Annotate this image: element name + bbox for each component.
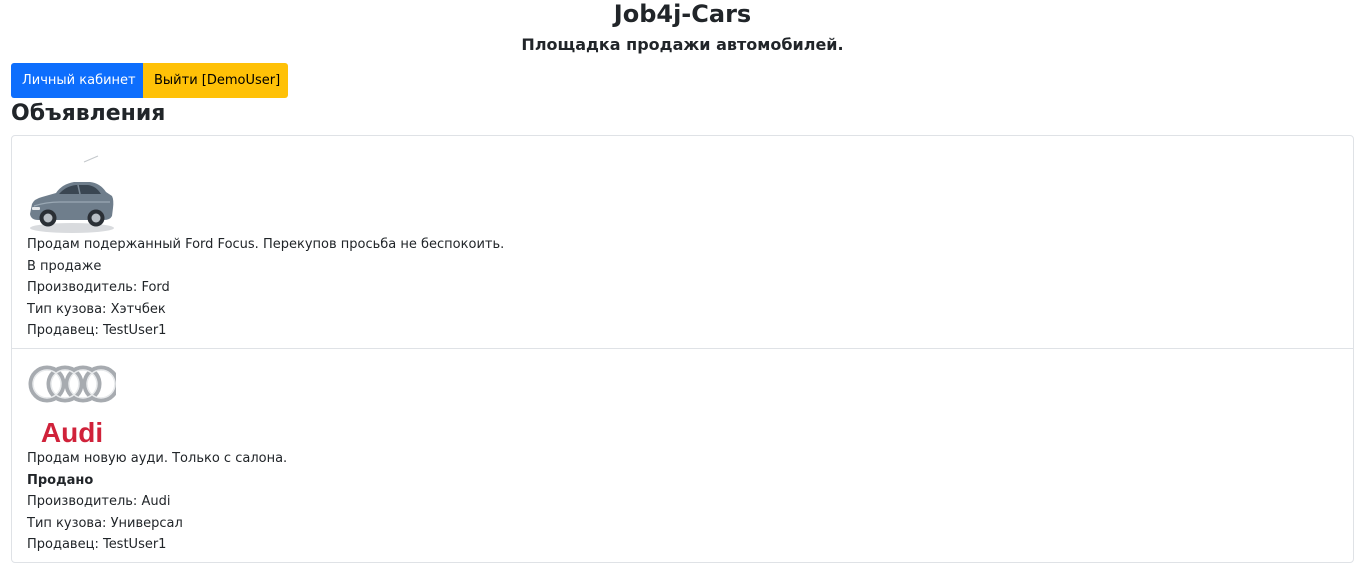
listing-manufacturer: Производитель: Audi (27, 494, 171, 510)
listing-body-type: Тип кузова: Хэтчбек (27, 301, 166, 317)
listing-body-type: Тип кузова: Универсал (27, 515, 183, 531)
svg-text:Audi: Audi (41, 417, 103, 445)
logout-button[interactable]: Выйти [DemoUser] (143, 63, 288, 98)
site-title: Job4j-Cars (613, 0, 752, 28)
audi-logo-icon: Audi (26, 355, 120, 448)
site-subtitle: Площадка продажи автомобилей. (521, 35, 844, 54)
section-heading: Объявления (11, 101, 166, 126)
listing-status: В продаже (27, 258, 102, 274)
personal-cabinet-button[interactable]: Личный кабинет (11, 63, 143, 98)
car-photo-icon (26, 152, 116, 242)
button-group: Личный кабинет Выйти [DemoUser] (11, 63, 288, 98)
listing-details: Продам подержанный Ford Focus. Перекупов… (27, 234, 504, 342)
listing-seller: Продавец: TestUser1 (27, 323, 167, 339)
listing-manufacturer: Производитель: Ford (27, 280, 170, 296)
listings-list: Продам подержанный Ford Focus. Перекупов… (11, 135, 1354, 563)
list-item: Продам подержанный Ford Focus. Перекупов… (12, 136, 1353, 349)
listing-description: Продам новую ауди. Только с салона. (27, 451, 288, 466)
listing-status: Продано (27, 472, 94, 488)
listing-details: Продам новую ауди. Только с салона. Прод… (27, 448, 287, 556)
listing-seller: Продавец: TestUser1 (27, 537, 167, 553)
listing-description: Продам подержанный Ford Focus. Перекупов… (27, 237, 505, 252)
page: Job4j-Cars Площадка продажи автомобилей.… (0, 0, 1365, 574)
list-item: Audi Продам новую ауди. Только с салона.… (12, 349, 1353, 562)
